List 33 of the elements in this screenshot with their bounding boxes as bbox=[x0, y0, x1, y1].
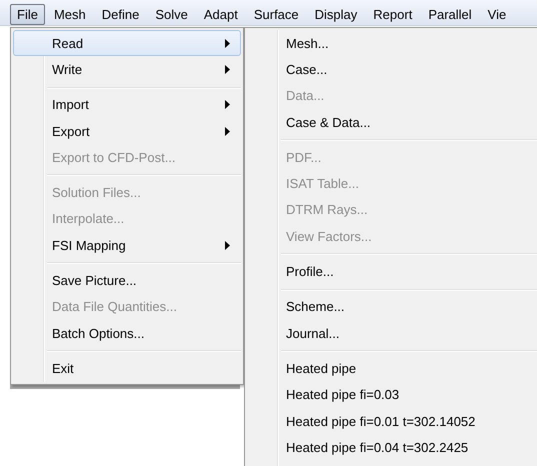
menu-item[interactable]: Mesh... bbox=[247, 30, 537, 56]
menu-item[interactable]: Batch Options... bbox=[13, 320, 241, 346]
menu-item[interactable]: Journal... bbox=[247, 320, 537, 346]
menu-title[interactable]: Parallel bbox=[421, 4, 479, 24]
menu-title[interactable]: Vie bbox=[480, 4, 514, 24]
menu-item[interactable]: Heated pipe bbox=[247, 355, 537, 382]
submenu-arrow-icon bbox=[225, 240, 230, 250]
menu-title[interactable]: File bbox=[10, 4, 45, 24]
submenu-arrow-icon bbox=[225, 100, 230, 110]
menu-item[interactable]: Heated pipe fi=0.04 t=302.2425 bbox=[247, 434, 537, 460]
submenu-arrow-icon bbox=[225, 38, 230, 48]
menu-title[interactable]: Surface bbox=[246, 4, 306, 24]
menu-item[interactable]: Exit bbox=[13, 355, 241, 382]
menu-item[interactable]: Case & Data... bbox=[247, 108, 537, 136]
menu-item[interactable]: Case... bbox=[247, 56, 537, 83]
menu-item[interactable]: Save Picture... bbox=[13, 267, 241, 294]
submenu-arrow-icon bbox=[225, 64, 230, 74]
menu-title[interactable]: Solve bbox=[148, 4, 195, 24]
menu-title[interactable]: Define bbox=[94, 4, 146, 24]
menu-item[interactable]: Heated pipe fi=0.03 bbox=[247, 382, 537, 408]
menu-item[interactable]: Import bbox=[13, 92, 241, 118]
menu-item[interactable]: FSI Mapping bbox=[13, 232, 241, 258]
menu-item[interactable]: Export bbox=[13, 118, 241, 144]
menu-item[interactable]: Profile... bbox=[247, 258, 537, 285]
menu-item[interactable]: Read bbox=[13, 30, 241, 56]
menu-item[interactable]: Scheme... bbox=[247, 294, 537, 320]
menu-title[interactable]: Report bbox=[366, 4, 420, 24]
menu-item[interactable]: Heated pipe fi=0.01 t=302.14052 bbox=[247, 408, 537, 434]
menu-item[interactable]: Write bbox=[13, 56, 241, 83]
menu-title[interactable]: Adapt bbox=[196, 4, 245, 24]
submenu-arrow-icon bbox=[225, 126, 230, 136]
menu-title[interactable]: Display bbox=[308, 4, 364, 24]
menu-title[interactable]: Mesh bbox=[46, 4, 93, 24]
